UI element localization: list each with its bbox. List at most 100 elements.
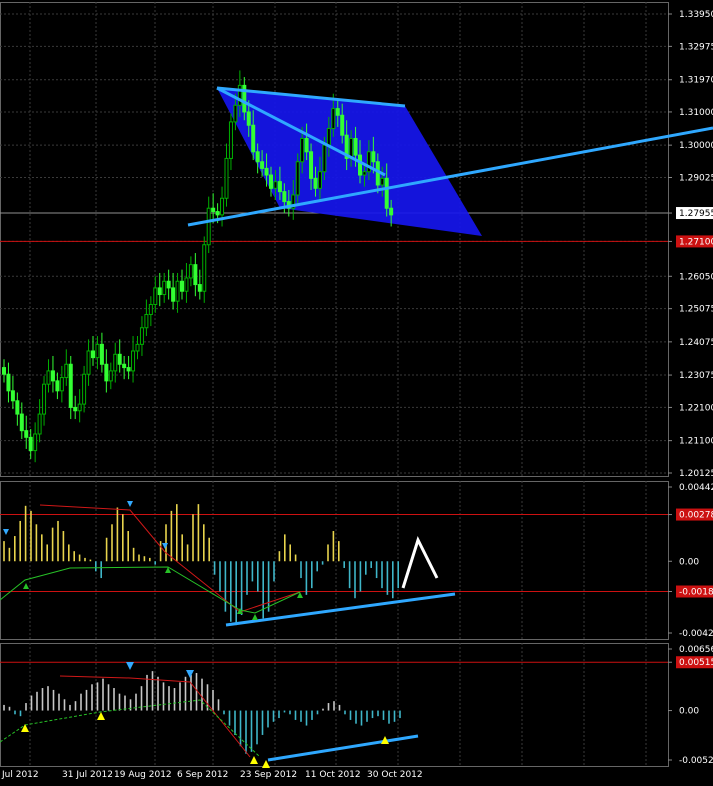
candle-body (73, 406, 78, 412)
candle-body (340, 114, 345, 136)
candle-body (353, 138, 358, 156)
osc1-level-label: -0.0018 (679, 588, 713, 598)
price-axis-label: 1.30000 (679, 141, 713, 151)
candle-body (282, 191, 287, 203)
candle-body (28, 436, 33, 452)
candle-body (33, 433, 38, 452)
candle-body (59, 377, 64, 392)
candle-body (300, 138, 305, 163)
candle-body (10, 390, 15, 402)
candle-body (144, 313, 149, 329)
candle-body (220, 197, 225, 216)
candle-body (113, 353, 118, 372)
candle-body (15, 400, 20, 415)
candle-body (295, 161, 300, 196)
candle-body (2, 367, 6, 375)
chart-canvas[interactable]: 1.33950 1.32975 1.31970 1.31000 1.30000 1.290… (0, 0, 713, 782)
price-axis-label: 1.21100 (679, 437, 713, 447)
time-axis-label: 11 Oct 2012 (305, 770, 361, 780)
candle-body (273, 181, 278, 189)
candle-body (6, 373, 11, 392)
candle-body (82, 373, 87, 405)
candle-body (55, 380, 60, 392)
candle-body (260, 161, 265, 169)
candle-body (389, 207, 394, 216)
candle-body (309, 151, 314, 179)
price-axis-label: 1.26050 (679, 272, 713, 282)
candle-body (237, 84, 242, 106)
osc2-axis-label: 0.00 (679, 707, 699, 717)
candle-body (24, 430, 29, 438)
osc1-axis-label: 0.00442 (679, 483, 713, 493)
candle-body (122, 363, 127, 369)
candle-body (211, 207, 216, 213)
candle-body (42, 383, 47, 415)
candle-body (175, 280, 180, 302)
candle-body (108, 370, 113, 382)
candle-body (184, 277, 189, 292)
candle-body (246, 111, 251, 126)
candle-body (277, 181, 282, 193)
price-axis-label: 1.29025 (679, 174, 713, 184)
candle-body (50, 370, 55, 382)
osc2-axis-label: -0.00527 (679, 756, 713, 766)
candle-body (135, 343, 140, 352)
trading-chart[interactable]: 1.33950 1.32975 1.31970 1.31000 1.30000 1.290… (0, 0, 713, 782)
osc1-level-label: 0.00278 (679, 511, 713, 521)
price-axis-label: 1.32975 (679, 42, 713, 52)
candle-body (215, 211, 220, 216)
candle-body (206, 207, 211, 246)
candle-body (326, 128, 331, 146)
price-axis-label: 1.20125 (679, 469, 713, 479)
current-price-label: 1.27955 (679, 209, 713, 219)
osc2-level-label: 0.00515 (679, 658, 713, 668)
candle-body (153, 287, 158, 306)
candle-body (331, 108, 336, 130)
candle-body (86, 350, 91, 375)
price-axis-label: 1.31000 (679, 108, 713, 118)
candle-body (264, 167, 269, 176)
candle-body (104, 363, 109, 382)
candle-body (77, 403, 82, 412)
candle-body (180, 280, 184, 292)
osc1-axis-label: -0.00427 (679, 629, 713, 639)
red-level-label: 1.27100 (679, 237, 713, 247)
candle-body (91, 350, 95, 359)
candle-body (162, 280, 167, 296)
candle-body (46, 370, 51, 385)
time-axis-label: 23 Sep 2012 (240, 770, 297, 780)
time-axis-label: Jul 2012 (1, 770, 39, 780)
time-axis-label: 6 Sep 2012 (177, 770, 228, 780)
time-axis-label: 19 Aug 2012 (114, 770, 172, 780)
price-axis-label: 1.24075 (679, 338, 713, 348)
candle-body (304, 138, 309, 153)
candle-body (228, 121, 233, 159)
candle-body (166, 280, 171, 289)
candle-body (233, 104, 238, 123)
candle-body (362, 171, 367, 176)
candle-body (157, 287, 162, 296)
candle-body (148, 304, 153, 315)
candle-body (317, 171, 322, 189)
price-axis-label: 1.31970 (679, 76, 713, 86)
candle-body (251, 124, 256, 153)
candle-body (139, 327, 144, 345)
candle-body (37, 413, 42, 435)
time-axis-label: 30 Oct 2012 (367, 770, 423, 780)
candle-body (202, 244, 207, 292)
candle-body (64, 363, 69, 379)
candle-body (197, 284, 202, 292)
candle-body (99, 343, 104, 365)
osc1-axis-label: 0.00 (679, 557, 699, 567)
candle-body (117, 353, 122, 365)
price-axis-label: 1.33950 (679, 10, 713, 20)
price-axis-label: 1.23075 (679, 371, 713, 381)
candle-body (255, 151, 260, 163)
candle-body (313, 177, 318, 189)
time-axis-label: 31 Jul 2012 (62, 770, 113, 780)
candle-body (384, 177, 389, 209)
candle-body (188, 264, 193, 279)
candle-body (322, 144, 327, 173)
osc2-axis-label: 0.00656 (679, 645, 713, 655)
candle-body (335, 108, 340, 116)
